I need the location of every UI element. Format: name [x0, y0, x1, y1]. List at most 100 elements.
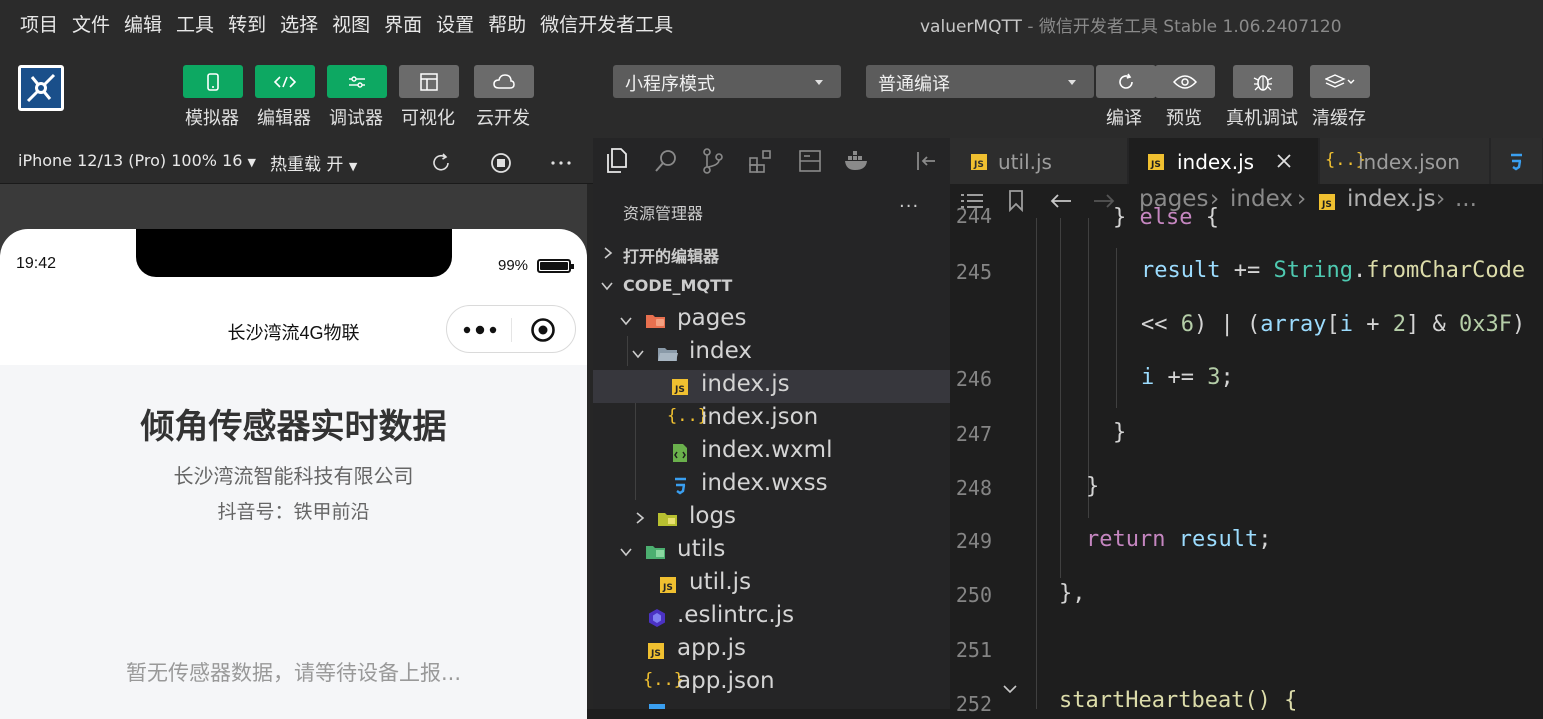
hot-reload-toggle[interactable]: 热重载 开 ▼ [270, 150, 357, 175]
rotate-icon[interactable] [430, 152, 452, 174]
stop-record-icon[interactable] [490, 152, 512, 174]
real-device-debug-button[interactable] [1233, 65, 1293, 98]
simulator-toggle-button[interactable] [183, 65, 243, 98]
code-token: += [1154, 365, 1208, 390]
code-token: i [1339, 312, 1353, 337]
js-file-icon: JS [971, 154, 987, 170]
close-icon[interactable] [1277, 154, 1291, 168]
editor-toggle-button[interactable] [255, 65, 315, 98]
line-number: 252 [955, 692, 992, 716]
tree-file-index-wxss[interactable]: index.wxss [593, 469, 950, 502]
menu-settings[interactable]: 设置 [436, 10, 474, 37]
wxss-file-icon [675, 477, 686, 495]
tree-file-util-js[interactable]: JS util.js [593, 568, 950, 601]
more-icon[interactable] [550, 152, 572, 174]
breadcrumb-item[interactable]: index.js [1347, 186, 1436, 212]
tree-file-index-js[interactable]: JS index.js [593, 370, 950, 403]
more-dots-icon[interactable] [463, 322, 499, 338]
tab-index-js[interactable]: JS index.js [1129, 138, 1319, 184]
preview-button[interactable] [1155, 65, 1215, 98]
tab-index-wxss-partial[interactable] [1491, 138, 1543, 184]
code-line-248[interactable]: } [1086, 474, 1099, 499]
mode-select-value: 小程序模式 [625, 74, 715, 95]
tree-folder-logs[interactable]: logs [593, 502, 950, 535]
code-line-249[interactable]: return result; [1086, 527, 1271, 552]
arrow-right-icon[interactable] [1093, 193, 1115, 209]
tree-file-eslintrc[interactable]: .eslintrc.js [593, 601, 950, 634]
menu-select[interactable]: 选择 [280, 10, 318, 37]
explorer-panel: 资源管理器 ··· 打开的编辑器 CODE_MQTT pages index J… [593, 138, 950, 709]
menu-tools[interactable]: 工具 [176, 10, 214, 37]
compile-button[interactable] [1096, 65, 1156, 98]
menu-interface[interactable]: 界面 [384, 10, 422, 37]
menu-edit[interactable]: 编辑 [124, 10, 162, 37]
ant-logo-icon [21, 68, 61, 108]
line-number: 250 [955, 583, 992, 607]
caret-down-icon: ▼ [348, 160, 358, 173]
debugger-toggle-button[interactable] [327, 65, 387, 98]
code-token: ; [1220, 365, 1234, 390]
tab-index-json[interactable]: {..} index.json [1320, 138, 1490, 184]
code-line-247[interactable]: } [1113, 420, 1126, 445]
tree-file-app-js[interactable]: JS app.js [593, 634, 950, 667]
code-line-252[interactable]: startHeartbeat() { [1059, 688, 1297, 713]
code-editor: JS util.js JS index.js {..} index.json p… [950, 138, 1543, 716]
mini-program-capsule [446, 305, 576, 353]
menu-help[interactable]: 帮助 [488, 10, 526, 37]
cloud-dev-button[interactable] [474, 65, 534, 98]
menu-project[interactable]: 项目 [20, 10, 58, 37]
code-line-246[interactable]: i += 3; [1141, 365, 1234, 390]
chevron-down-icon [815, 80, 823, 85]
tree-file-index-json[interactable]: {..} index.json [593, 403, 950, 436]
tree-folder-utils[interactable]: utils [593, 535, 950, 568]
js-file-icon: JS [672, 379, 688, 395]
menu-wechat-devtools[interactable]: 微信开发者工具 [540, 10, 673, 37]
menu-view[interactable]: 视图 [332, 10, 370, 37]
breadcrumb-item[interactable]: index [1230, 186, 1293, 212]
tab-util-js[interactable]: JS util.js [950, 138, 1128, 184]
code-token: ] & [1405, 312, 1459, 337]
menu-file[interactable]: 文件 [72, 10, 110, 37]
hot-reload-label: 热重载 开 [270, 155, 344, 175]
menu-goto[interactable]: 转到 [228, 10, 266, 37]
source-control-icon[interactable] [701, 148, 725, 174]
clear-cache-button[interactable] [1310, 65, 1370, 98]
search-icon[interactable] [653, 148, 679, 174]
code-token: result [1141, 258, 1221, 283]
wxml-file-icon [673, 444, 687, 462]
breadcrumb-item[interactable]: ... [1455, 186, 1477, 212]
close-target-icon[interactable] [530, 317, 556, 343]
tree-file-index-wxml[interactable]: index.wxml [593, 436, 950, 469]
code-token: 6 [1180, 312, 1194, 337]
extensions-icon[interactable] [748, 148, 774, 174]
fold-chevron-down-icon[interactable] [1002, 684, 1018, 694]
code-token: } [1086, 474, 1100, 499]
compile-mode-select[interactable]: 普通编译 [866, 65, 1094, 98]
mode-select[interactable]: 小程序模式 [613, 65, 841, 98]
project-section[interactable]: CODE_MQTT [593, 270, 950, 303]
project-avatar[interactable] [18, 65, 64, 111]
eslint-file-icon [649, 609, 665, 627]
visual-toggle-button[interactable] [399, 65, 459, 98]
code-line-244[interactable]: } else { [1113, 205, 1219, 230]
page-heading: 倾角传感器实时数据 [140, 407, 447, 447]
bookmark-icon[interactable] [1008, 190, 1024, 212]
collapse-panel-icon[interactable] [915, 148, 939, 174]
tree-folder-pages[interactable]: pages [593, 304, 950, 337]
files-icon[interactable] [605, 148, 629, 174]
indent-guide [1036, 218, 1037, 709]
tree-folder-index[interactable]: index [593, 337, 950, 370]
code-line-245-wrap[interactable]: << 6) | (array[i + 2] & 0x3F) [1141, 312, 1525, 337]
open-editors-section[interactable]: 打开的编辑器 [593, 237, 950, 270]
docker-icon[interactable] [843, 148, 871, 174]
folder-open-icon [658, 348, 678, 361]
arrow-left-icon[interactable] [1050, 193, 1072, 209]
code-line-250[interactable]: }, [1059, 581, 1086, 606]
storage-icon[interactable] [798, 148, 822, 174]
breadcrumb: pages › index › JS index.js › ... [950, 184, 1543, 218]
chevron-down-icon [620, 317, 632, 326]
device-select[interactable]: iPhone 12/13 (Pro) 100% 16 ▼ [18, 151, 256, 170]
code-line-245[interactable]: result += String.fromCharCode [1141, 258, 1525, 283]
explorer-more-button[interactable]: ··· [899, 196, 919, 217]
tree-file-app-json[interactable]: {..} app.json [593, 667, 950, 700]
